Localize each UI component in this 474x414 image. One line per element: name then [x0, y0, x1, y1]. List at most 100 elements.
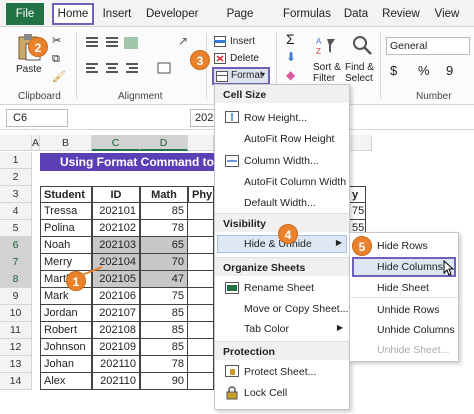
- cell-math[interactable]: 70: [140, 254, 188, 271]
- comma-icon[interactable]: 9: [446, 64, 453, 77]
- row-header[interactable]: 7: [0, 254, 32, 271]
- tab-view[interactable]: View: [432, 4, 462, 24]
- cell-phy[interactable]: [188, 237, 214, 254]
- cell-phy[interactable]: [188, 305, 214, 322]
- submenu-unhide-columns[interactable]: Unhide Columns: [377, 324, 455, 336]
- cell-student[interactable]: Noah: [40, 237, 92, 254]
- cell-phy[interactable]: [188, 322, 214, 339]
- row-header[interactable]: 12: [0, 339, 32, 356]
- cell-id[interactable]: 202102: [92, 220, 140, 237]
- cell-id[interactable]: 202103: [92, 237, 140, 254]
- menu-default-width[interactable]: Default Width...: [244, 197, 316, 209]
- cell-other[interactable]: 75: [348, 203, 366, 220]
- percent-icon[interactable]: %: [418, 64, 430, 77]
- menu-move-copy-sheet[interactable]: Move or Copy Sheet...: [244, 303, 348, 315]
- cell-id[interactable]: 202109: [92, 339, 140, 356]
- cell-math[interactable]: 85: [140, 322, 188, 339]
- select-all-corner[interactable]: [0, 135, 32, 151]
- cell-phy[interactable]: [188, 271, 214, 288]
- orientation-icon[interactable]: ↗: [178, 35, 188, 47]
- cell-math[interactable]: 75: [140, 288, 188, 305]
- cell-math[interactable]: 78: [140, 356, 188, 373]
- cell-student[interactable]: Johan: [40, 356, 92, 373]
- cut-icon[interactable]: ✂: [52, 35, 61, 47]
- menu-tab-color[interactable]: Tab Color: [244, 323, 289, 335]
- autosum-icon[interactable]: Σ: [286, 32, 295, 46]
- delete-cells-button[interactable]: Delete: [230, 53, 259, 65]
- cell-phy[interactable]: [188, 373, 214, 390]
- column-header-b[interactable]: B: [40, 135, 92, 151]
- row-header[interactable]: 4: [0, 203, 32, 220]
- column-header-a[interactable]: A: [32, 135, 40, 151]
- cell-phy[interactable]: [188, 254, 214, 271]
- tab-page-layout[interactable]: Page Layout: [210, 4, 270, 40]
- row-header[interactable]: 5: [0, 220, 32, 237]
- menu-row-height[interactable]: Row Height...: [244, 112, 307, 124]
- name-box[interactable]: C6: [6, 109, 68, 127]
- currency-icon[interactable]: $: [390, 64, 397, 77]
- clear-icon[interactable]: ◆: [286, 69, 295, 81]
- menu-rename-sheet[interactable]: Rename Sheet: [244, 282, 314, 294]
- cell-phy[interactable]: [188, 220, 214, 237]
- cell-math[interactable]: 90: [140, 373, 188, 390]
- row-header[interactable]: 6: [0, 237, 32, 254]
- format-button[interactable]: Format ▾: [212, 67, 270, 85]
- cell-phy[interactable]: [188, 203, 214, 220]
- menu-lock-cell[interactable]: Lock Cell: [244, 387, 287, 399]
- menu-autofit-column-width[interactable]: AutoFit Column Width: [244, 176, 346, 188]
- submenu-hide-columns[interactable]: Hide Columns: [352, 257, 456, 277]
- tab-formulas[interactable]: Formulas: [283, 4, 331, 24]
- cell-id[interactable]: 202101: [92, 203, 140, 220]
- row-header[interactable]: 2: [0, 169, 32, 186]
- cell-phy[interactable]: [188, 288, 214, 305]
- row-header[interactable]: 10: [0, 305, 32, 322]
- column-header-f[interactable]: [350, 135, 372, 151]
- cell-student[interactable]: Jordan: [40, 305, 92, 322]
- cell-student[interactable]: Polina: [40, 220, 92, 237]
- cell-student[interactable]: Robert: [40, 322, 92, 339]
- cell-id[interactable]: 202106: [92, 288, 140, 305]
- cell-id[interactable]: 202108: [92, 322, 140, 339]
- cell-math[interactable]: 85: [140, 339, 188, 356]
- submenu-unhide-rows[interactable]: Unhide Rows: [377, 304, 439, 316]
- cell-id[interactable]: 202107: [92, 305, 140, 322]
- cell-student[interactable]: Mark: [40, 288, 92, 305]
- menu-protect-sheet[interactable]: Protect Sheet...: [244, 366, 316, 378]
- column-header-c[interactable]: C: [92, 135, 140, 151]
- column-header-e[interactable]: [188, 135, 214, 151]
- insert-cells-button[interactable]: Insert: [230, 36, 255, 48]
- row-header[interactable]: 9: [0, 288, 32, 305]
- cell-id[interactable]: 202110: [92, 373, 140, 390]
- submenu-hide-sheet[interactable]: Hide Sheet: [377, 282, 429, 294]
- column-header-d[interactable]: D: [140, 135, 188, 151]
- cell-math[interactable]: 85: [140, 305, 188, 322]
- menu-autofit-row-height[interactable]: AutoFit Row Height: [244, 133, 334, 145]
- menu-column-width[interactable]: Column Width...: [244, 155, 319, 167]
- submenu-hide-rows[interactable]: Hide Rows: [377, 240, 428, 252]
- row-header[interactable]: 3: [0, 186, 32, 203]
- cell-math[interactable]: 47: [140, 271, 188, 288]
- tab-file[interactable]: File: [6, 3, 44, 25]
- cell-student[interactable]: Johnson: [40, 339, 92, 356]
- tab-home[interactable]: Home: [52, 3, 94, 25]
- cell-phy[interactable]: [188, 356, 214, 373]
- cell-phy[interactable]: [188, 339, 214, 356]
- row-header[interactable]: 14: [0, 373, 32, 390]
- row-header[interactable]: 1: [0, 152, 32, 169]
- cell-math[interactable]: 65: [140, 237, 188, 254]
- copy-icon[interactable]: ⧉: [52, 53, 60, 65]
- cell-math[interactable]: 78: [140, 220, 188, 237]
- tab-insert[interactable]: Insert: [100, 4, 134, 24]
- tab-developer[interactable]: Developer: [146, 4, 198, 24]
- cell-math[interactable]: 85: [140, 203, 188, 220]
- cell-student[interactable]: Alex: [40, 373, 92, 390]
- row-header[interactable]: 11: [0, 322, 32, 339]
- row-header[interactable]: 13: [0, 356, 32, 373]
- number-format-select[interactable]: General: [386, 37, 470, 55]
- row-header[interactable]: 8: [0, 271, 32, 288]
- fill-icon[interactable]: ⬇: [286, 51, 296, 63]
- tab-review[interactable]: Review: [382, 4, 420, 24]
- cell-student[interactable]: Tressa: [40, 203, 92, 220]
- format-painter-icon[interactable]: 🖌: [52, 71, 66, 83]
- tab-data[interactable]: Data: [343, 4, 369, 24]
